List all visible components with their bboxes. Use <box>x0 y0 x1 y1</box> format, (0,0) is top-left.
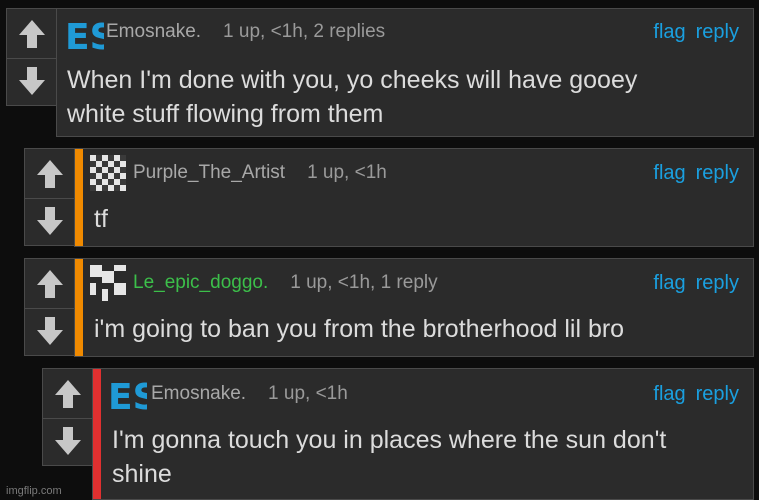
thread-stripe <box>75 259 83 356</box>
upvote-button[interactable] <box>25 149 74 199</box>
imgflip-watermark: imgflip.com <box>6 485 62 497</box>
reply-link[interactable]: reply <box>696 383 739 406</box>
upvote-button[interactable] <box>25 259 74 309</box>
downvote-button[interactable] <box>25 197 74 245</box>
arrow-down-icon <box>18 67 45 95</box>
svg-text:ES: ES <box>65 17 104 55</box>
comment-text: tf <box>94 205 108 233</box>
comment-text: When I'm done with you, yo cheeks will h… <box>67 66 638 128</box>
downvote-button[interactable] <box>7 57 56 105</box>
comment-text: i'm going to ban you from the brotherhoo… <box>94 315 625 343</box>
vote-panel <box>42 368 93 466</box>
username-link[interactable]: Le_epic_doggo. <box>133 272 268 294</box>
comment-body: ES Emosnake. 1 up, <1h flag reply I'm go… <box>92 368 754 500</box>
emosnake-avatar-icon: ES <box>108 377 147 415</box>
username-link[interactable]: Emosnake. <box>106 21 201 43</box>
arrow-up-icon <box>18 19 45 48</box>
comment-body: ES Emosnake. 1 up, <1h, 2 replies flag r… <box>56 8 754 137</box>
emosnake-avatar-icon: ES <box>65 17 104 55</box>
reply-link[interactable]: reply <box>696 272 739 295</box>
comment-body: Purple_The_Artist 1 up, <1h flag reply t… <box>74 148 754 247</box>
username-link[interactable]: Emosnake. <box>151 383 246 405</box>
flag-link[interactable]: flag <box>653 21 685 44</box>
vote-panel <box>6 8 57 106</box>
downvote-button[interactable] <box>25 307 74 355</box>
vote-panel <box>24 258 75 356</box>
downvote-button[interactable] <box>43 417 92 465</box>
flag-link[interactable]: flag <box>653 162 685 185</box>
username-link[interactable]: Purple_The_Artist <box>133 162 285 184</box>
arrow-up-icon <box>36 269 63 298</box>
comment-text: I'm gonna touch you in places where the … <box>112 426 667 488</box>
thread-stripe <box>75 149 83 246</box>
checkered-avatar-icon <box>90 155 126 191</box>
comment-body: Le_epic_doggo. 1 up, <1h, 1 reply flag r… <box>74 258 754 357</box>
upvote-button[interactable] <box>43 369 92 419</box>
comment-meta: 1 up, <1h <box>268 383 348 404</box>
vote-panel <box>24 148 75 246</box>
upvote-button[interactable] <box>7 9 56 59</box>
arrow-down-icon <box>36 317 63 345</box>
svg-text:ES: ES <box>108 377 147 415</box>
thread-stripe <box>93 369 101 499</box>
reply-link[interactable]: reply <box>696 21 739 44</box>
comment-meta: 1 up, <1h, 2 replies <box>223 21 386 42</box>
arrow-up-icon <box>54 379 81 408</box>
arrow-down-icon <box>36 207 63 235</box>
arrow-up-icon <box>36 159 63 188</box>
comment-meta: 1 up, <1h, 1 reply <box>290 272 438 293</box>
flag-link[interactable]: flag <box>653 383 685 406</box>
arrow-down-icon <box>54 427 81 455</box>
pixel-avatar-icon <box>90 265 126 301</box>
reply-link[interactable]: reply <box>696 162 739 185</box>
comment-meta: 1 up, <1h <box>307 162 387 183</box>
flag-link[interactable]: flag <box>653 272 685 295</box>
